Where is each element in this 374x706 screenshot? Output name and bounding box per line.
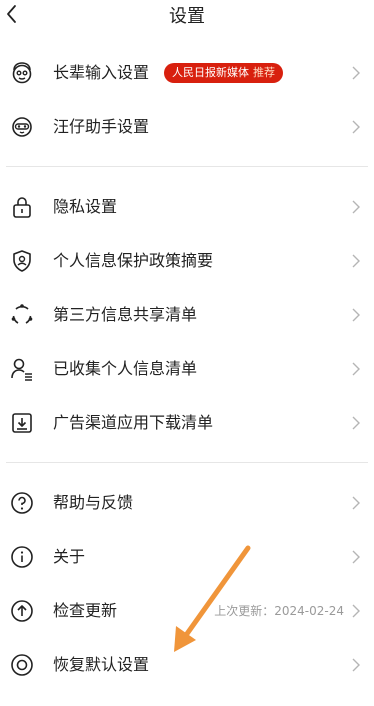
row-elder-input-settings[interactable]: 长辈输入设置 人民日报新媒体 推荐	[0, 46, 374, 100]
row-collected-info-list[interactable]: 已收集个人信息清单	[0, 342, 374, 396]
row-help-feedback[interactable]: 帮助与反馈	[0, 476, 374, 530]
chevron-right-icon	[352, 658, 360, 672]
chevron-right-icon	[352, 120, 360, 134]
download-box-icon	[12, 413, 32, 433]
settings-group-privacy: 隐私设置 个人信息保护政策摘要 第三方信息共享清单 已收集个人信息清单 广告渠道…	[0, 180, 374, 450]
chevron-right-icon	[352, 66, 360, 80]
group-divider	[6, 462, 368, 463]
row-label: 恢复默认设置	[53, 655, 150, 674]
annotation-arrow-icon	[174, 545, 251, 652]
row-assistant-settings[interactable]: 汪仔助手设置	[0, 100, 374, 154]
shield-user-icon	[13, 250, 31, 272]
row-label: 已收集个人信息清单	[53, 359, 198, 378]
user-list-icon	[11, 358, 32, 381]
upload-circle-icon	[11, 600, 33, 622]
help-circle-icon	[11, 492, 33, 514]
share-nodes-icon	[11, 304, 33, 324]
nav-bar: 设置	[0, 0, 374, 30]
badge-text: 人民日报新媒体	[172, 66, 249, 79]
row-label: 帮助与反馈	[53, 493, 134, 512]
chevron-right-icon	[352, 550, 360, 564]
settings-group-input: 长辈输入设置 人民日报新媒体 推荐 汪仔助手设置	[0, 46, 374, 154]
row-label: 第三方信息共享清单	[53, 305, 198, 324]
restore-circle-icon	[11, 654, 33, 676]
chevron-right-icon	[352, 254, 360, 268]
row-label: 个人信息保护政策摘要	[53, 251, 214, 270]
row-privacy-settings[interactable]: 隐私设置	[0, 180, 374, 234]
badge-suffix: 推荐	[253, 66, 275, 79]
mascot-icon	[12, 117, 32, 137]
row-label: 关于	[53, 547, 86, 566]
group-divider	[6, 166, 368, 167]
row-label: 检查更新	[53, 601, 118, 620]
recommend-badge: 人民日报新媒体 推荐	[164, 63, 283, 83]
chevron-right-icon	[352, 308, 360, 322]
info-circle-icon	[11, 546, 33, 568]
row-ad-download-list[interactable]: 广告渠道应用下载清单	[0, 396, 374, 450]
page-title: 设置	[169, 6, 205, 27]
row-label: 隐私设置	[53, 197, 118, 216]
row-label: 长辈输入设置	[53, 63, 150, 82]
row-third-party-sharing[interactable]: 第三方信息共享清单	[0, 288, 374, 342]
row-privacy-policy-summary[interactable]: 个人信息保护政策摘要	[0, 234, 374, 288]
chevron-right-icon	[352, 200, 360, 214]
chevron-right-icon	[352, 362, 360, 376]
chevron-right-icon	[352, 416, 360, 430]
chevron-right-icon	[352, 496, 360, 510]
row-label: 广告渠道应用下载清单	[53, 413, 214, 432]
row-label: 汪仔助手设置	[53, 117, 150, 136]
elder-face-icon	[12, 62, 32, 84]
chevron-right-icon	[352, 604, 360, 618]
lock-icon	[13, 197, 31, 218]
